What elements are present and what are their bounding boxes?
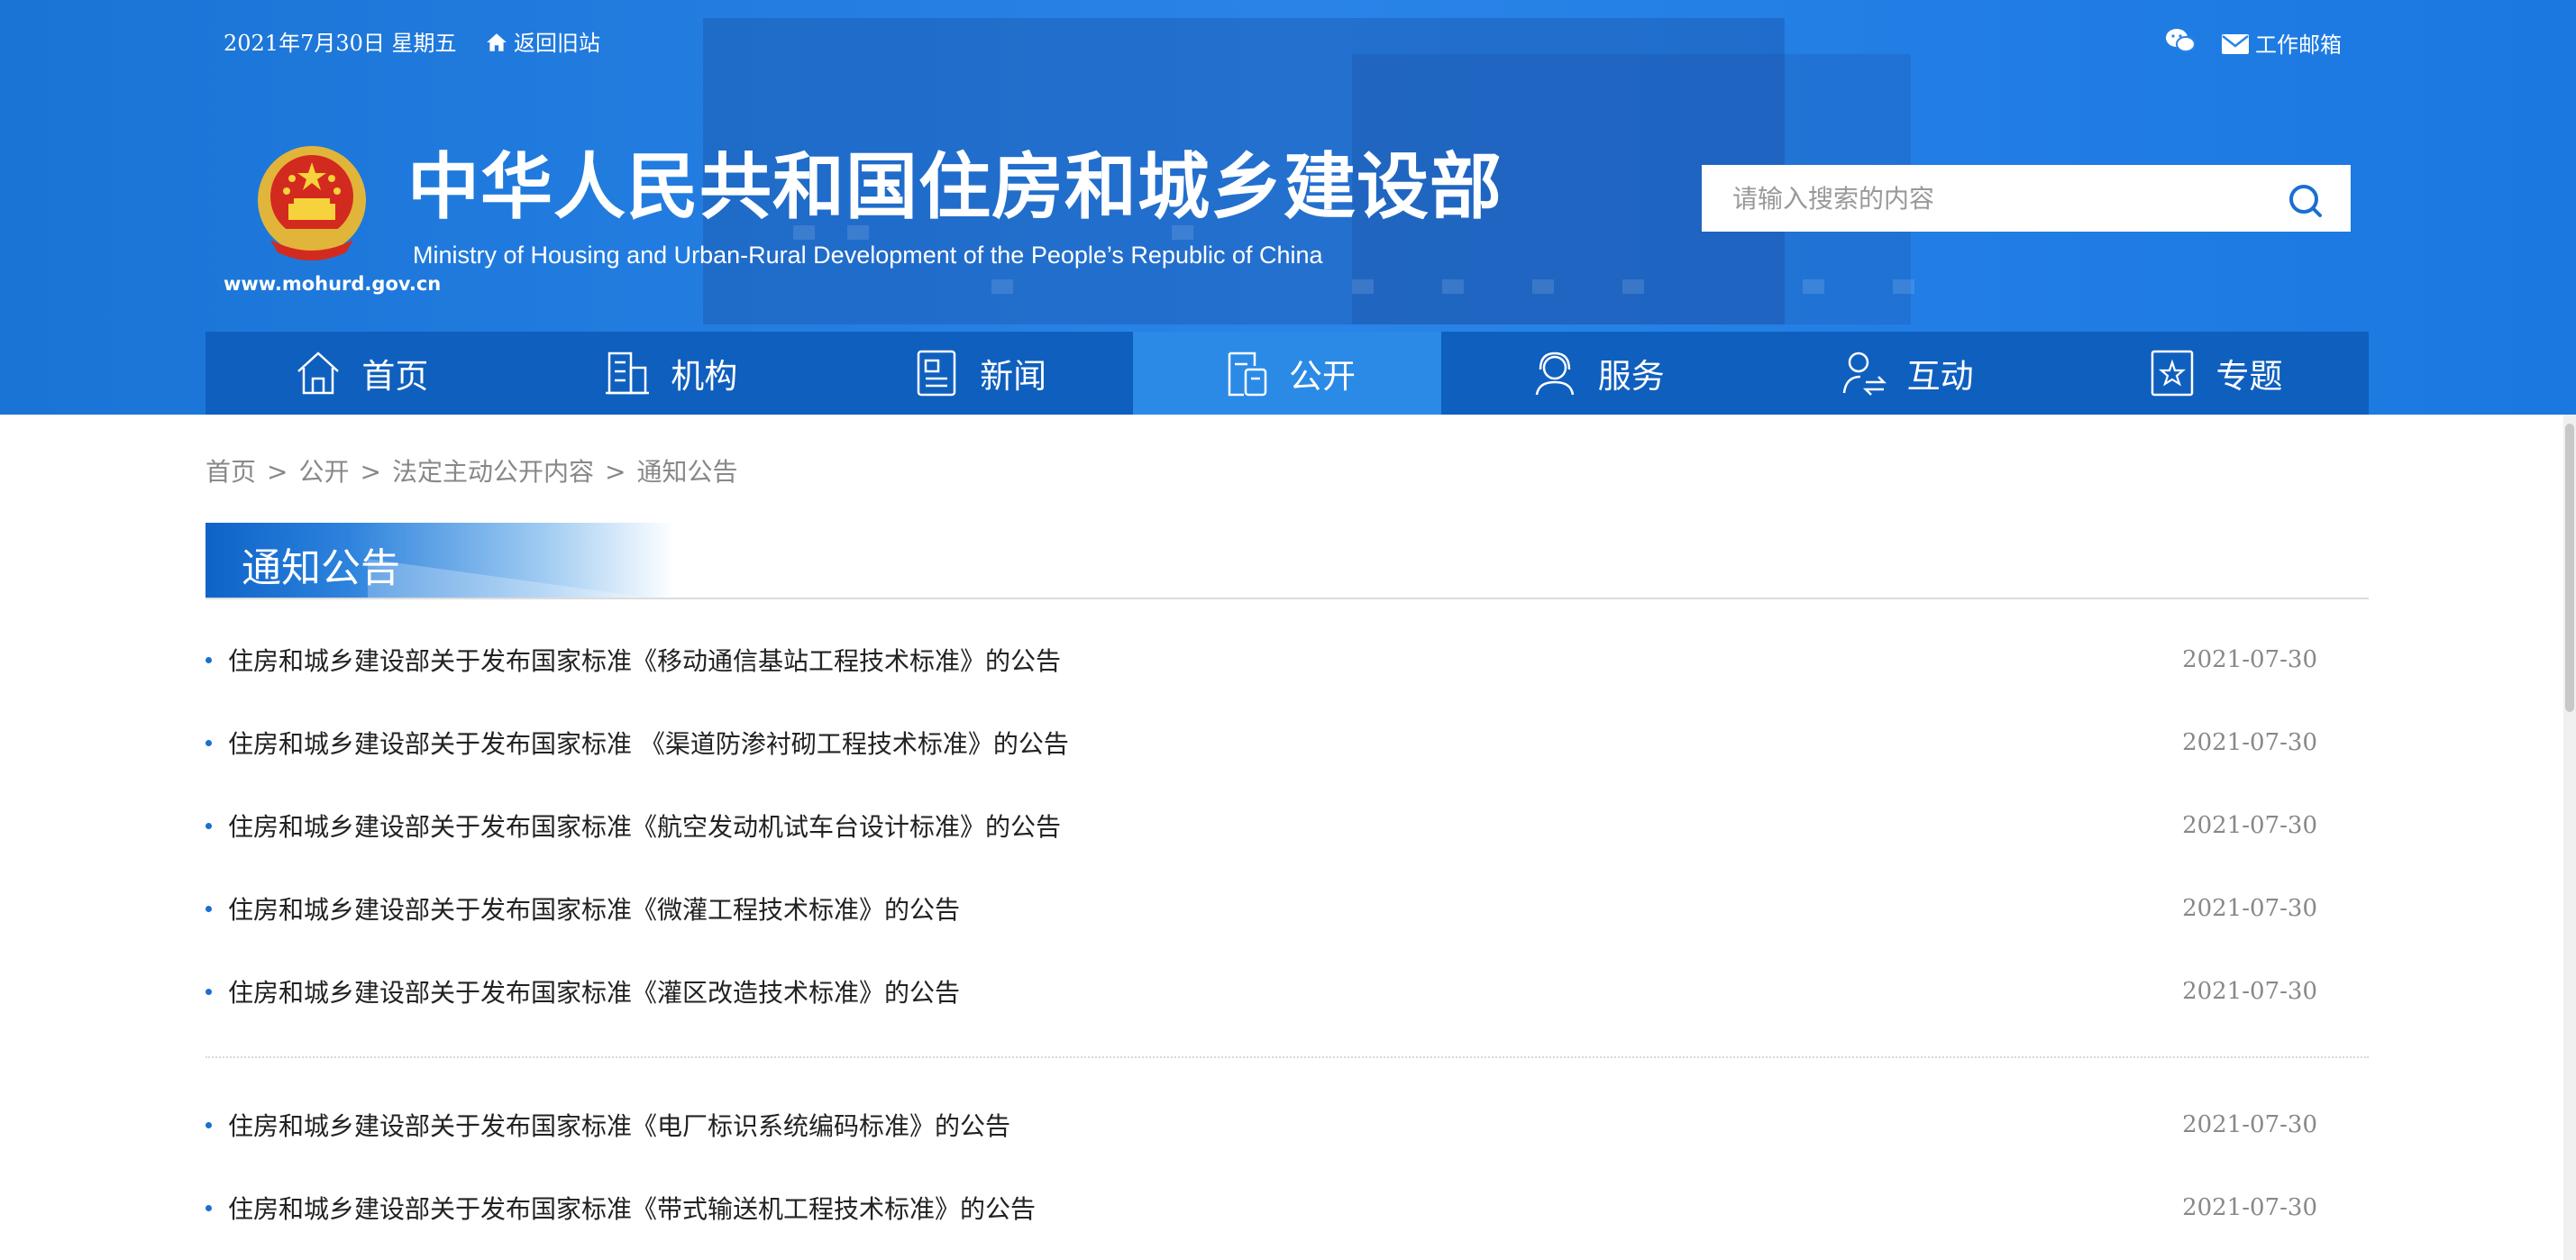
breadcrumb-home[interactable]: 首页 <box>206 457 256 487</box>
wechat-icon[interactable] <box>2165 27 2196 54</box>
list-item: 住房和城乡建设部关于发布国家标准《航空发动机试车台设计标准》的公告 2021-07… <box>206 784 2369 867</box>
nav-label: 首页 <box>361 357 429 396</box>
domain-text: www.mohurd.gov.cn <box>224 273 442 295</box>
notice-link[interactable]: 住房和城乡建设部关于发布国家标准《带式输送机工程技术标准》的公告 <box>228 1190 1036 1226</box>
notice-list-2: 住房和城乡建设部关于发布国家标准《电厂标识系统编码标准》的公告 2021-07-3… <box>206 1083 2369 1249</box>
site-title[interactable]: 中华人民共和国住房和城乡建设部 <box>407 151 1503 224</box>
section-divider <box>206 598 2369 599</box>
breadcrumb-public[interactable]: 公开 <box>298 457 349 487</box>
newspaper-icon <box>917 350 956 397</box>
breadcrumb-separator: > <box>604 457 626 487</box>
star-icon <box>2151 350 2194 397</box>
old-site-label: 返回旧站 <box>514 31 600 56</box>
work-mail-link[interactable]: 工作邮箱 <box>2221 27 2342 59</box>
bullet-icon <box>206 1204 212 1211</box>
notice-date: 2021-07-30 <box>2182 978 2317 1005</box>
notice-link[interactable]: 住房和城乡建设部关于发布国家标准《灌区改造技术标准》的公告 <box>228 973 960 1009</box>
notice-link[interactable]: 住房和城乡建设部关于发布国家标准《航空发动机试车台设计标准》的公告 <box>228 808 1061 844</box>
bullet-icon <box>206 739 212 746</box>
scrollbar-thumb[interactable] <box>2565 424 2574 712</box>
list-item: 住房和城乡建设部关于发布国家标准 《渠道防渗衬砌工程技术标准》的公告 2021-0… <box>206 701 2369 784</box>
list-item: 住房和城乡建设部关于发布国家标准《带式输送机工程技术标准》的公告 2021-07-… <box>206 1166 2369 1249</box>
nav-label: 机构 <box>671 357 738 396</box>
nav-service[interactable]: 服务 <box>1441 332 1750 415</box>
nav-label: 服务 <box>1597 357 1665 396</box>
notice-date: 2021-07-30 <box>2182 812 2317 839</box>
nav-label: 新闻 <box>980 357 1047 396</box>
notice-link[interactable]: 住房和城乡建设部关于发布国家标准 《渠道防渗衬砌工程技术标准》的公告 <box>228 725 1069 761</box>
building-icon <box>606 352 650 395</box>
headset-icon <box>1535 352 1575 396</box>
main-nav: 首页 机构 新闻 公开 服务 互动 专题 <box>206 332 2369 415</box>
bullet-icon <box>206 905 212 912</box>
search-icon[interactable] <box>2286 181 2325 221</box>
notice-date: 2021-07-30 <box>2182 895 2317 922</box>
notice-date: 2021-07-30 <box>2182 646 2317 673</box>
breadcrumb-separator: > <box>267 457 288 487</box>
nav-org[interactable]: 机构 <box>515 332 824 415</box>
nav-interact[interactable]: 互动 <box>1750 332 2060 415</box>
bullet-icon <box>206 822 212 829</box>
site-header: 2021年7月30日 星期五 返回旧站 工作邮箱 www.mohurd.gov.… <box>0 0 2576 415</box>
exchange-icon <box>1842 352 1886 396</box>
group-divider <box>206 1056 2369 1058</box>
breadcrumb-separator: > <box>360 457 381 487</box>
notice-link[interactable]: 住房和城乡建设部关于发布国家标准《电厂标识系统编码标准》的公告 <box>228 1107 1010 1143</box>
nav-topics[interactable]: 专题 <box>2060 332 2369 415</box>
list-item: 住房和城乡建设部关于发布国家标准《灌区改造技术标准》的公告 2021-07-30 <box>206 950 2369 1033</box>
notice-date: 2021-07-30 <box>2182 1111 2317 1138</box>
list-item: 住房和城乡建设部关于发布国家标准《微灌工程技术标准》的公告 2021-07-30 <box>206 867 2369 950</box>
breadcrumb-statutory[interactable]: 法定主动公开内容 <box>392 457 594 487</box>
old-site-link[interactable]: 返回旧站 <box>485 25 600 57</box>
notice-date: 2021-07-30 <box>2182 1194 2317 1221</box>
list-item: 住房和城乡建设部关于发布国家标准《移动通信基站工程技术标准》的公告 2021-07… <box>206 618 2369 701</box>
nav-news[interactable]: 新闻 <box>824 332 1133 415</box>
notice-list: 住房和城乡建设部关于发布国家标准《移动通信基站工程技术标准》的公告 2021-07… <box>206 618 2369 1033</box>
bullet-icon <box>206 656 212 663</box>
search-box <box>1702 165 2351 232</box>
nav-label: 公开 <box>1288 357 1356 396</box>
nav-home[interactable]: 首页 <box>206 332 515 415</box>
document-icon <box>1228 352 1267 397</box>
nav-public[interactable]: 公开 <box>1132 332 1442 415</box>
search-input[interactable] <box>1702 165 2261 232</box>
site-subtitle: Ministry of Housing and Urban-Rural Deve… <box>413 242 1323 269</box>
home-icon <box>297 352 340 395</box>
home-small-icon <box>487 33 507 51</box>
breadcrumb-notices[interactable]: 通知公告 <box>636 457 737 487</box>
section-title: 通知公告 <box>242 545 400 591</box>
nav-label: 互动 <box>1906 357 1974 396</box>
bullet-icon <box>206 988 212 995</box>
nav-label: 专题 <box>2215 357 2283 396</box>
current-date: 2021年7月30日 星期五 <box>224 31 457 56</box>
work-mail-label: 工作邮箱 <box>2255 32 2342 58</box>
section-header: 通知公告 <box>206 523 674 598</box>
breadcrumb: 首页 > 公开 > 法定主动公开内容 > 通知公告 <box>206 452 737 488</box>
notice-link[interactable]: 住房和城乡建设部关于发布国家标准《移动通信基站工程技术标准》的公告 <box>228 642 1061 678</box>
list-item: 住房和城乡建设部关于发布国家标准《电厂标识系统编码标准》的公告 2021-07-3… <box>206 1083 2369 1166</box>
notice-date: 2021-07-30 <box>2182 729 2317 756</box>
national-emblem-logo[interactable] <box>252 142 371 269</box>
scrollbar[interactable] <box>2563 415 2576 1260</box>
mail-icon <box>2222 34 2249 54</box>
bullet-icon <box>206 1121 212 1128</box>
notice-link[interactable]: 住房和城乡建设部关于发布国家标准《微灌工程技术标准》的公告 <box>228 890 960 927</box>
